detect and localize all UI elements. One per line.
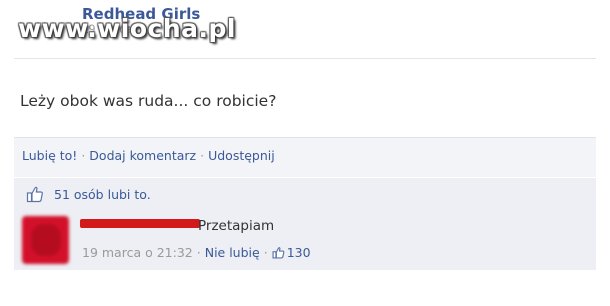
likes-count-link[interactable]: 51 osób lubi to. bbox=[54, 187, 151, 202]
share-link[interactable]: Udostępnij bbox=[208, 148, 275, 163]
separator: · bbox=[81, 148, 86, 163]
add-comment-link[interactable]: Dodaj komentarz bbox=[89, 148, 196, 163]
separator: · bbox=[200, 148, 205, 163]
comment-like-count[interactable]: 130 bbox=[287, 245, 311, 260]
unlike-link[interactable]: Nie lubię bbox=[205, 245, 260, 260]
commenter-avatar[interactable] bbox=[22, 216, 69, 264]
thumbs-up-icon bbox=[26, 186, 43, 203]
post-actions-bar: Lubię to! · Dodaj komentarz · Udostępnij bbox=[14, 137, 596, 178]
thumbs-up-icon bbox=[272, 247, 285, 259]
redacted-commenter-name bbox=[80, 219, 200, 228]
separator: · bbox=[263, 245, 268, 260]
comment-meta: 19 marca o 21:32 · Nie lubię · 130 bbox=[82, 245, 311, 260]
post-message: Leży obok was ruda... co robicie? bbox=[20, 92, 277, 110]
divider bbox=[14, 58, 596, 59]
post-actions: Lubię to! · Dodaj komentarz · Udostępnij bbox=[22, 148, 275, 163]
like-link[interactable]: Lubię to! bbox=[22, 148, 77, 163]
comment-item: Przetapiam 19 marca o 21:32 · Nie lubię · 1… bbox=[14, 210, 596, 270]
comment-text: Przetapiam bbox=[198, 218, 275, 234]
separator: · bbox=[196, 245, 201, 260]
site-watermark: www.wiocha.pl bbox=[18, 14, 236, 43]
likes-summary: 51 osób lubi to. bbox=[14, 177, 596, 211]
comment-timestamp[interactable]: 19 marca o 21:32 bbox=[82, 245, 193, 260]
